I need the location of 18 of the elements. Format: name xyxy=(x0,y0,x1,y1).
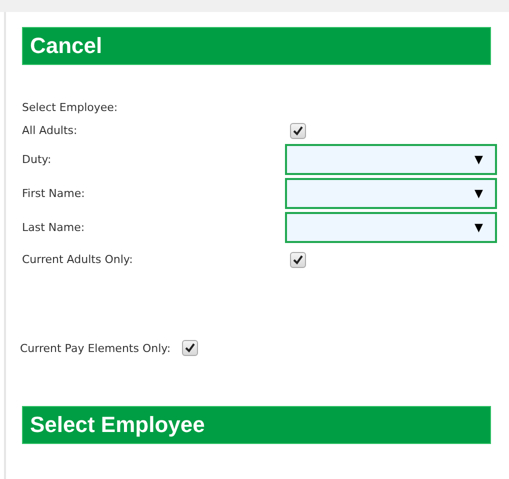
section-header: Cancel xyxy=(22,27,491,65)
checkbox[interactable] xyxy=(290,123,306,139)
field-label: Duty: xyxy=(22,152,52,166)
dropdown-arrow: ▼ xyxy=(474,152,483,166)
field-label: First Name: xyxy=(22,186,86,200)
section-header: Select Employee xyxy=(22,406,491,444)
dropdown-arrow: ▼ xyxy=(474,220,483,234)
field-label: Current Adults Only: xyxy=(22,252,134,266)
dropdown-field[interactable]: ▼ xyxy=(285,144,497,174)
dropdown-arrow: ▼ xyxy=(474,186,483,200)
form-heading: Select Employee: xyxy=(22,101,119,116)
dropdown-field[interactable]: ▼ xyxy=(285,212,497,242)
field-label: All Adults: xyxy=(22,124,78,137)
dropdown-field[interactable]: ▼ xyxy=(285,178,497,208)
field-label: Current Pay Elements Only: xyxy=(20,342,171,354)
checkbox[interactable] xyxy=(182,340,198,356)
checkbox[interactable] xyxy=(290,252,306,268)
field-label: Last Name: xyxy=(22,220,86,234)
